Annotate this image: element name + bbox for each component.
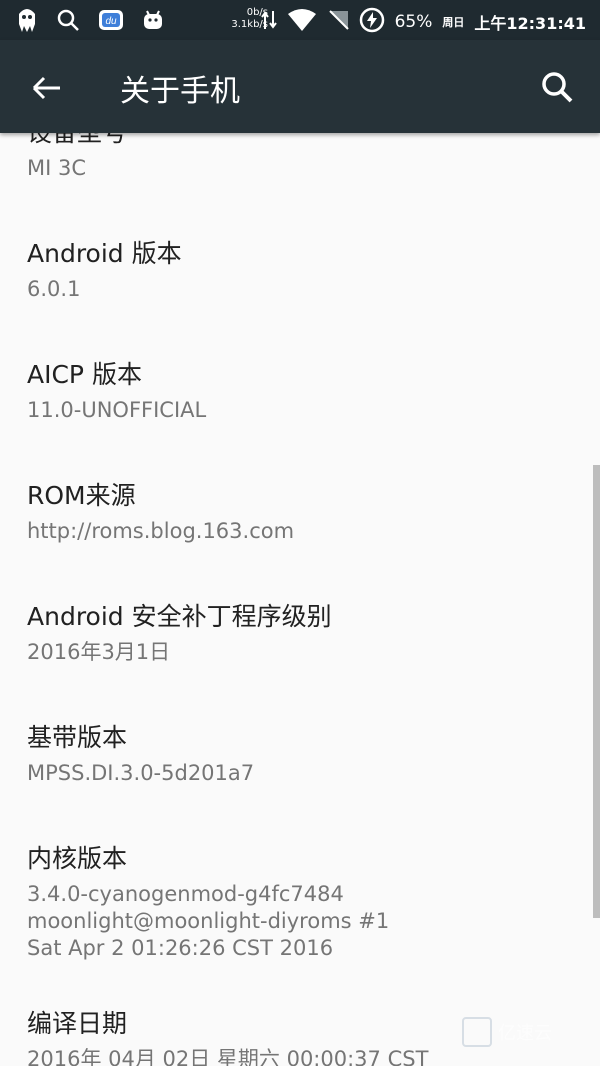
item-title: ROM来源 xyxy=(27,481,136,510)
toolbar: 关于手机 xyxy=(0,40,600,133)
battery-percent: 65% xyxy=(394,12,433,32)
app-icon xyxy=(16,6,38,38)
item-value: MI 3C xyxy=(27,156,87,180)
item-value-line: moonlight@moonlight-diyroms #1 xyxy=(27,909,390,933)
item-title: 基带版本 xyxy=(27,723,128,752)
item-value: http://roms.blog.163.com xyxy=(27,519,295,543)
wifi-icon xyxy=(287,8,317,36)
list-item-android-version[interactable]: Android 版本 6.0.1 xyxy=(0,228,600,349)
svg-text:du: du xyxy=(105,16,117,27)
weekday: 周日 xyxy=(442,16,465,29)
list-item-kernel[interactable]: 内核版本 3.4.0-cyanogenmod-g4fc7484 moonligh… xyxy=(0,833,600,998)
item-title: Android 版本 xyxy=(27,239,182,268)
item-value: 2016年 04月 02日 星期六 00:00:37 CST xyxy=(27,1047,429,1066)
about-phone-list[interactable]: 设备型号 MI 3C Android 版本 6.0.1 AICP 版本 11.0… xyxy=(0,133,600,1066)
search-icon xyxy=(56,8,80,36)
item-title: Android 安全补丁程序级别 xyxy=(27,602,332,631)
item-value: 2016年3月1日 xyxy=(27,640,171,664)
watermark-text: 亿速云 xyxy=(498,1023,552,1044)
item-title: 设备型号 xyxy=(27,133,127,149)
status-bar: du 0b/s 3.1kb/s 65% 周日 上午12:31:41 xyxy=(0,0,600,40)
list-item-model[interactable]: 设备型号 MI 3C xyxy=(0,133,600,228)
du-icon: du xyxy=(98,8,124,36)
item-title: 编译日期 xyxy=(27,1009,128,1038)
back-button[interactable] xyxy=(28,68,68,108)
battery-charging-icon xyxy=(359,7,385,37)
no-sim-icon xyxy=(327,8,349,36)
list-item-security-patch[interactable]: Android 安全补丁程序级别 2016年3月1日 xyxy=(0,591,600,712)
item-title: 内核版本 xyxy=(27,844,128,873)
search-icon xyxy=(542,72,573,103)
item-value: MPSS.DI.3.0-5d201a7 xyxy=(27,761,255,785)
list-item-rom-source[interactable]: ROM来源 http://roms.blog.163.com xyxy=(0,470,600,591)
item-title: AICP 版本 xyxy=(27,360,142,389)
page-title: 关于手机 xyxy=(120,74,240,109)
watermark: 亿速云 xyxy=(462,1014,592,1050)
list-item-baseband[interactable]: 基带版本 MPSS.DI.3.0-5d201a7 xyxy=(0,712,600,833)
watermark-logo-icon xyxy=(462,1017,492,1047)
scrollbar[interactable] xyxy=(593,465,600,918)
status-right-icons: 65% 周日 上午12:31:41 xyxy=(260,7,586,37)
back-arrow-icon xyxy=(32,76,60,100)
item-value-line: 3.4.0-cyanogenmod-g4fc7484 xyxy=(27,882,344,906)
item-value: 6.0.1 xyxy=(27,277,81,301)
list-item-aicp-version[interactable]: AICP 版本 11.0-UNOFFICIAL xyxy=(0,349,600,470)
clock: 上午12:31:41 xyxy=(474,14,586,33)
android-icon xyxy=(142,8,164,36)
item-value-line: Sat Apr 2 01:26:26 CST 2016 xyxy=(27,936,334,960)
status-left-icons: du xyxy=(16,6,164,38)
data-arrows-icon xyxy=(260,9,277,35)
item-value: 11.0-UNOFFICIAL xyxy=(27,398,207,422)
search-button[interactable] xyxy=(538,68,578,108)
